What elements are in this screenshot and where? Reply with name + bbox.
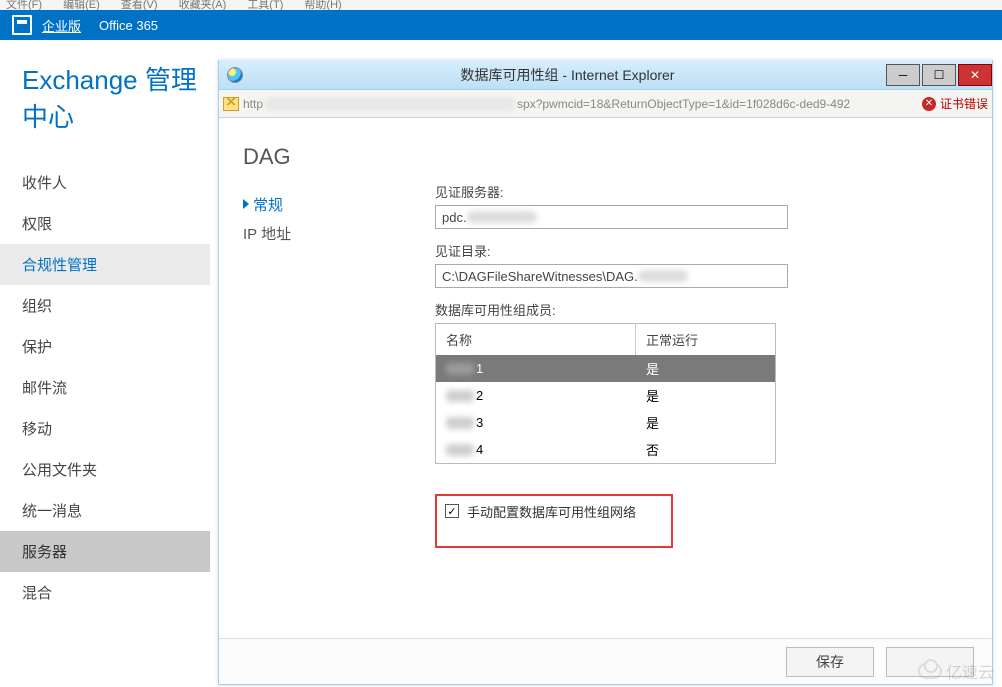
address-bar: http spx?pwmcid=18&ReturnObjectType=1&id… [219, 90, 992, 118]
member-row[interactable]: 2 是 [436, 382, 775, 409]
members-table: 名称 正常运行 1 是 2 是 3 是 4 否 [435, 323, 776, 464]
maximize-button[interactable]: ☐ [922, 64, 956, 86]
nav-protection[interactable]: 保护 [0, 326, 210, 367]
cert-error-label: 证书错误 [940, 95, 988, 112]
redacted [446, 444, 474, 456]
member-suffix: 1 [476, 361, 483, 376]
watermark-text: 亿速云 [946, 659, 994, 683]
nav-mobile[interactable]: 移动 [0, 408, 210, 449]
nav-organization[interactable]: 组织 [0, 285, 210, 326]
manual-network-checkbox[interactable]: ✓ [445, 504, 459, 518]
minimize-button[interactable]: ─ [886, 64, 920, 86]
product-name: Office 365 [99, 18, 158, 33]
page-icon [223, 97, 239, 111]
nav-permissions[interactable]: 权限 [0, 203, 210, 244]
menu-fav[interactable]: 收藏夹(A) [179, 0, 227, 10]
nav-servers[interactable]: 服务器 [0, 531, 210, 572]
manual-network-highlight: ✓ 手动配置数据库可用性组网络 [435, 494, 673, 548]
member-suffix: 2 [476, 388, 483, 403]
member-running: 是 [636, 382, 775, 409]
member-running: 是 [636, 409, 775, 436]
manual-network-label: 手动配置数据库可用性组网络 [467, 502, 636, 521]
col-running[interactable]: 正常运行 [636, 324, 775, 355]
nav-mailflow[interactable]: 邮件流 [0, 367, 210, 408]
sidenav-general-label: 常规 [253, 197, 283, 214]
redacted [446, 390, 474, 402]
sidenav-general[interactable]: 常规 [243, 190, 423, 219]
dialog-side-nav: 常规 IP 地址 [243, 190, 423, 248]
dialog-titlebar: 数据库可用性组 - Internet Explorer ─ ☐ ✕ [219, 60, 992, 90]
url-tail: spx?pwmcid=18&ReturnObjectType=1&id=1f02… [517, 97, 916, 111]
sidenav-ip[interactable]: IP 地址 [243, 219, 423, 248]
error-icon: ✕ [922, 97, 936, 111]
redacted [446, 363, 474, 375]
save-button[interactable]: 保存 [786, 647, 874, 677]
redacted [467, 211, 537, 223]
nav-unified-messaging[interactable]: 统一消息 [0, 490, 210, 531]
col-name[interactable]: 名称 [436, 324, 636, 355]
member-running: 否 [636, 436, 775, 463]
witness-server-label: 见证服务器: [435, 182, 975, 201]
menu-edit[interactable]: 编辑(E) [63, 0, 100, 10]
members-header: 名称 正常运行 [436, 324, 775, 355]
menu-view[interactable]: 查看(V) [121, 0, 158, 10]
witness-server-input[interactable]: pdc. [435, 205, 788, 229]
nav-compliance[interactable]: 合规性管理 [0, 244, 210, 285]
url-scheme: http [243, 97, 263, 111]
url-redacted [265, 97, 515, 111]
members-label: 数据库可用性组成员: [435, 300, 975, 319]
dag-form: 见证服务器: pdc. 见证目录: C:\DAGFileShareWitness… [435, 182, 975, 548]
witness-dir-input[interactable]: C:\DAGFileShareWitnesses\DAG. [435, 264, 788, 288]
left-nav: 收件人 权限 合规性管理 组织 保护 邮件流 移动 公用文件夹 统一消息 服务器… [0, 162, 210, 613]
triangle-icon [243, 199, 249, 209]
page-title: Exchange 管理中心 [0, 40, 210, 162]
member-suffix: 3 [476, 415, 483, 430]
nav-public-folders[interactable]: 公用文件夹 [0, 449, 210, 490]
redacted [638, 270, 688, 282]
dag-dialog: 数据库可用性组 - Internet Explorer ─ ☐ ✕ http s… [218, 60, 993, 685]
os-menubar: 文件(F) 编辑(E) 查看(V) 收藏夹(A) 工具(T) 帮助(H) [0, 0, 1002, 10]
dialog-footer: 保存 [219, 638, 992, 684]
member-row[interactable]: 1 是 [436, 355, 775, 382]
menu-tools[interactable]: 工具(T) [247, 0, 283, 10]
redacted [446, 417, 474, 429]
enterprise-link[interactable]: 企业版 [42, 16, 81, 35]
member-row[interactable]: 4 否 [436, 436, 775, 463]
member-suffix: 4 [476, 442, 483, 457]
menu-help[interactable]: 帮助(H) [304, 0, 341, 10]
menu-file[interactable]: 文件(F) [6, 0, 42, 10]
product-bar: 企业版 Office 365 [0, 10, 1002, 40]
dag-heading: DAG [243, 144, 968, 170]
ie-icon [227, 67, 243, 83]
witness-dir-value: C:\DAGFileShareWitnesses\DAG. [442, 269, 638, 284]
cert-error-badge[interactable]: ✕ 证书错误 [922, 95, 988, 112]
cloud-icon [918, 663, 942, 679]
dialog-title: 数据库可用性组 - Internet Explorer [251, 65, 884, 85]
close-button[interactable]: ✕ [958, 64, 992, 86]
member-running: 是 [636, 355, 775, 382]
witness-server-value: pdc. [442, 210, 467, 225]
watermark: 亿速云 [918, 659, 994, 683]
member-row[interactable]: 3 是 [436, 409, 775, 436]
nav-recipients[interactable]: 收件人 [0, 162, 210, 203]
nav-hybrid[interactable]: 混合 [0, 572, 210, 613]
office-logo-icon [12, 15, 32, 35]
witness-dir-label: 见证目录: [435, 241, 975, 260]
